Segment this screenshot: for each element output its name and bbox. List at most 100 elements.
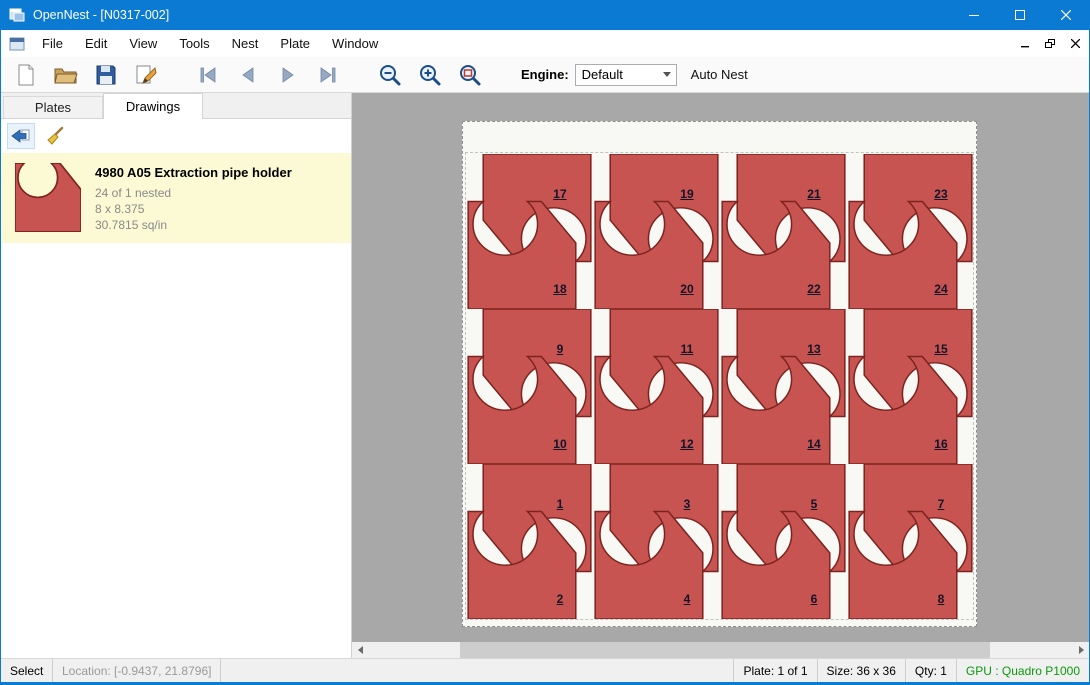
engine-label: Engine: xyxy=(521,67,569,82)
nested-pair-cell[interactable]: 17 18 xyxy=(466,154,593,309)
part-number-lower: 10 xyxy=(553,437,566,451)
item-dimensions: 8 x 8.375 xyxy=(95,201,292,217)
chevron-down-icon[interactable] xyxy=(659,65,676,85)
part-number-upper: 23 xyxy=(934,187,947,201)
prev-plate-button[interactable] xyxy=(233,61,263,89)
next-plate-button[interactable] xyxy=(273,61,303,89)
clean-button[interactable] xyxy=(41,123,69,149)
mdi-child-icon xyxy=(9,37,25,51)
titlebar: OpenNest - [N0317-002] xyxy=(1,0,1089,30)
mdi-restore-button[interactable] xyxy=(1039,33,1061,55)
mdi-close-button[interactable] xyxy=(1064,33,1086,55)
drawing-item[interactable]: 4980 A05 Extraction pipe holder 24 of 1 … xyxy=(1,153,351,243)
tab-plates[interactable]: Plates xyxy=(3,96,103,118)
engine-value: Default xyxy=(576,67,659,82)
part-number-upper: 17 xyxy=(553,187,566,201)
menu-item-file[interactable]: File xyxy=(31,30,74,57)
plate[interactable]: 17 18 19 20 21 22 23 24 9 10 xyxy=(462,121,977,627)
first-plate-button[interactable] xyxy=(193,61,223,89)
statusbar: Select Location: [-0.9437, 21.8796] Plat… xyxy=(1,658,1089,682)
nested-pair-cell[interactable]: 13 14 xyxy=(720,309,847,464)
panel-toolbar xyxy=(1,119,351,153)
open-button[interactable] xyxy=(51,61,81,89)
nested-pair-cell[interactable]: 1 2 xyxy=(466,464,593,619)
save-button[interactable] xyxy=(91,61,121,89)
minimize-button[interactable] xyxy=(951,0,997,30)
zoom-in-icon xyxy=(418,63,442,87)
nested-pair-cell[interactable]: 19 20 xyxy=(593,154,720,309)
part-number-upper: 15 xyxy=(934,342,947,356)
minimize-icon xyxy=(969,10,979,20)
nest-canvas[interactable]: 17 18 19 20 21 22 23 24 9 10 xyxy=(351,93,1089,658)
status-gpu: GPU : Quadro P1000 xyxy=(956,659,1089,682)
scroll-left-icon xyxy=(358,646,363,654)
part-number-upper: 9 xyxy=(557,342,564,356)
nested-pair-cell[interactable]: 9 10 xyxy=(466,309,593,464)
return-part-button[interactable] xyxy=(7,123,35,149)
blue-back-arrow-icon xyxy=(11,127,31,145)
nested-pair-cell[interactable]: 7 8 xyxy=(847,464,974,619)
part-number-upper: 5 xyxy=(811,497,818,511)
save-as-button[interactable] xyxy=(131,61,161,89)
part-number-lower: 18 xyxy=(553,282,566,296)
item-title: 4980 A05 Extraction pipe holder xyxy=(95,165,292,180)
close-button[interactable] xyxy=(1043,0,1089,30)
first-arrow-icon xyxy=(198,65,218,85)
nested-pair-cell[interactable]: 3 4 xyxy=(593,464,720,619)
left-panel: Plates Drawings xyxy=(1,93,351,658)
part-number-lower: 8 xyxy=(938,592,945,606)
main-toolbar: Engine: Default Auto Nest xyxy=(1,57,1089,93)
status-location: Location: [-0.9437, 21.8796] xyxy=(53,659,221,682)
last-plate-button[interactable] xyxy=(313,61,343,89)
menu-item-view[interactable]: View xyxy=(118,30,168,57)
nested-pair-cell[interactable]: 21 22 xyxy=(720,154,847,309)
nested-pair-cell[interactable]: 15 16 xyxy=(847,309,974,464)
part-number-upper: 21 xyxy=(807,187,820,201)
zoom-out-icon xyxy=(378,63,402,87)
tab-drawings[interactable]: Drawings xyxy=(103,93,203,119)
menu-item-window[interactable]: Window xyxy=(321,30,389,57)
window-title: OpenNest - [N0317-002] xyxy=(33,8,169,22)
menu-item-tools[interactable]: Tools xyxy=(168,30,220,57)
edit-save-icon xyxy=(135,64,157,86)
part-number-lower: 20 xyxy=(680,282,693,296)
auto-nest-button[interactable]: Auto Nest xyxy=(691,67,748,82)
nested-pair-cell[interactable]: 5 6 xyxy=(720,464,847,619)
scroll-right-icon xyxy=(1079,646,1084,654)
part-number-lower: 22 xyxy=(807,282,820,296)
status-qty: Qty: 1 xyxy=(905,659,956,682)
status-plate: Plate: 1 of 1 xyxy=(733,659,816,682)
zoom-out-button[interactable] xyxy=(375,61,405,89)
tabstrip: Plates Drawings xyxy=(1,93,351,119)
maximize-button[interactable] xyxy=(997,0,1043,30)
status-mode: Select xyxy=(1,659,53,682)
zoom-fit-button[interactable] xyxy=(455,61,485,89)
nested-pair-cell[interactable]: 23 24 xyxy=(847,154,974,309)
zoom-in-button[interactable] xyxy=(415,61,445,89)
open-folder-icon xyxy=(54,65,78,85)
part-number-lower: 12 xyxy=(680,437,693,451)
menu-item-edit[interactable]: Edit xyxy=(74,30,118,57)
part-number-upper: 7 xyxy=(938,497,945,511)
mdi-restore-icon xyxy=(1045,39,1055,49)
mdi-minimize-button[interactable] xyxy=(1014,33,1036,55)
drawing-list: 4980 A05 Extraction pipe holder 24 of 1 … xyxy=(1,153,351,243)
part-number-lower: 6 xyxy=(811,592,818,606)
nested-pair-cell[interactable]: 11 12 xyxy=(593,309,720,464)
zoom-fit-icon xyxy=(458,63,482,87)
scroll-left-button[interactable] xyxy=(352,642,368,658)
scroll-thumb[interactable] xyxy=(460,642,990,658)
part-number-lower: 4 xyxy=(684,592,691,606)
app-icon xyxy=(9,7,25,23)
new-button[interactable] xyxy=(11,61,41,89)
menu-item-plate[interactable]: Plate xyxy=(269,30,321,57)
scroll-right-button[interactable] xyxy=(1073,642,1089,658)
last-arrow-icon xyxy=(318,65,338,85)
new-file-icon xyxy=(16,64,36,86)
horizontal-scrollbar[interactable] xyxy=(352,642,1089,658)
app-window: OpenNest - [N0317-002] File Edit View To… xyxy=(0,0,1090,685)
main-area: Plates Drawings xyxy=(1,93,1089,658)
engine-select[interactable]: Default xyxy=(575,64,677,86)
menu-item-nest[interactable]: Nest xyxy=(221,30,270,57)
part-number-upper: 1 xyxy=(557,497,564,511)
